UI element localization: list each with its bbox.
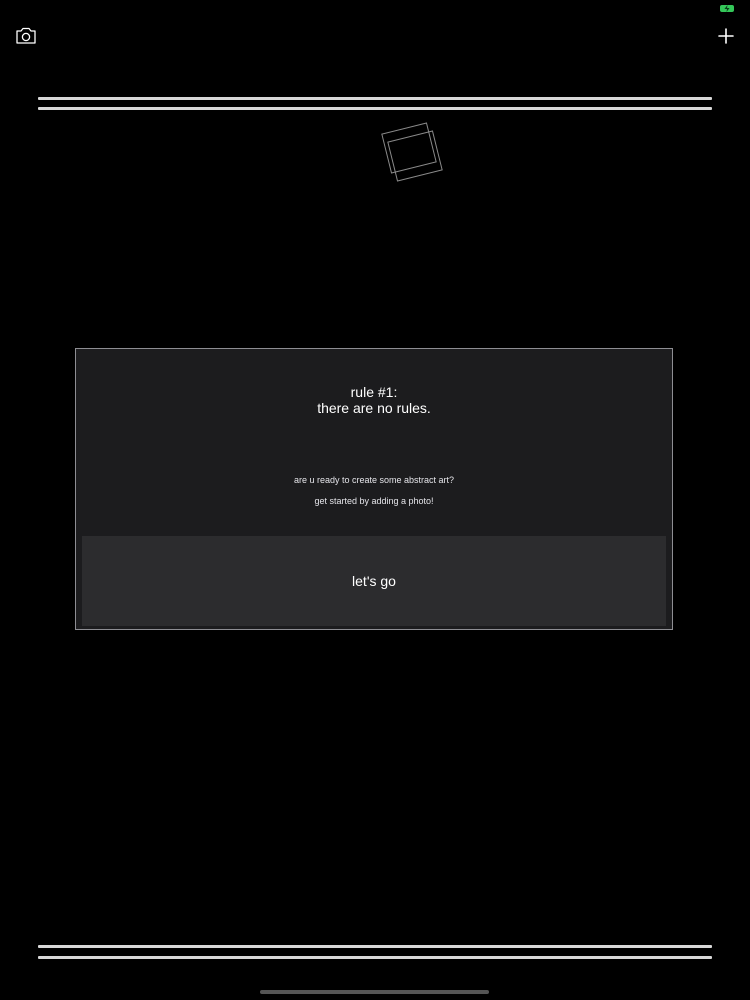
welcome-dialog: rule #1: there are no rules. are u ready…	[75, 348, 673, 630]
dialog-submessage: get started by adding a photo!	[314, 496, 434, 506]
add-button[interactable]	[712, 22, 740, 50]
lets-go-button[interactable]: let's go	[82, 536, 666, 626]
camera-button[interactable]	[12, 22, 40, 50]
plus-icon	[718, 28, 734, 44]
stacked-frames-icon	[381, 122, 443, 182]
battery-charging-icon	[720, 5, 734, 12]
dialog-title-line1: rule #1:	[350, 384, 398, 400]
camera-icon	[16, 27, 36, 44]
dialog-title-line2: there are no rules.	[317, 400, 431, 416]
bottom-rule-line-1	[38, 945, 712, 948]
top-rule-line-2	[38, 107, 712, 110]
dialog-title: rule #1: there are no rules.	[76, 384, 672, 416]
home-indicator[interactable]	[260, 990, 489, 994]
bottom-rule-line-2	[38, 956, 712, 959]
top-rule-line-1	[38, 97, 712, 100]
bolt-icon	[724, 5, 730, 12]
dialog-message: are u ready to create some abstract art?	[293, 475, 455, 485]
